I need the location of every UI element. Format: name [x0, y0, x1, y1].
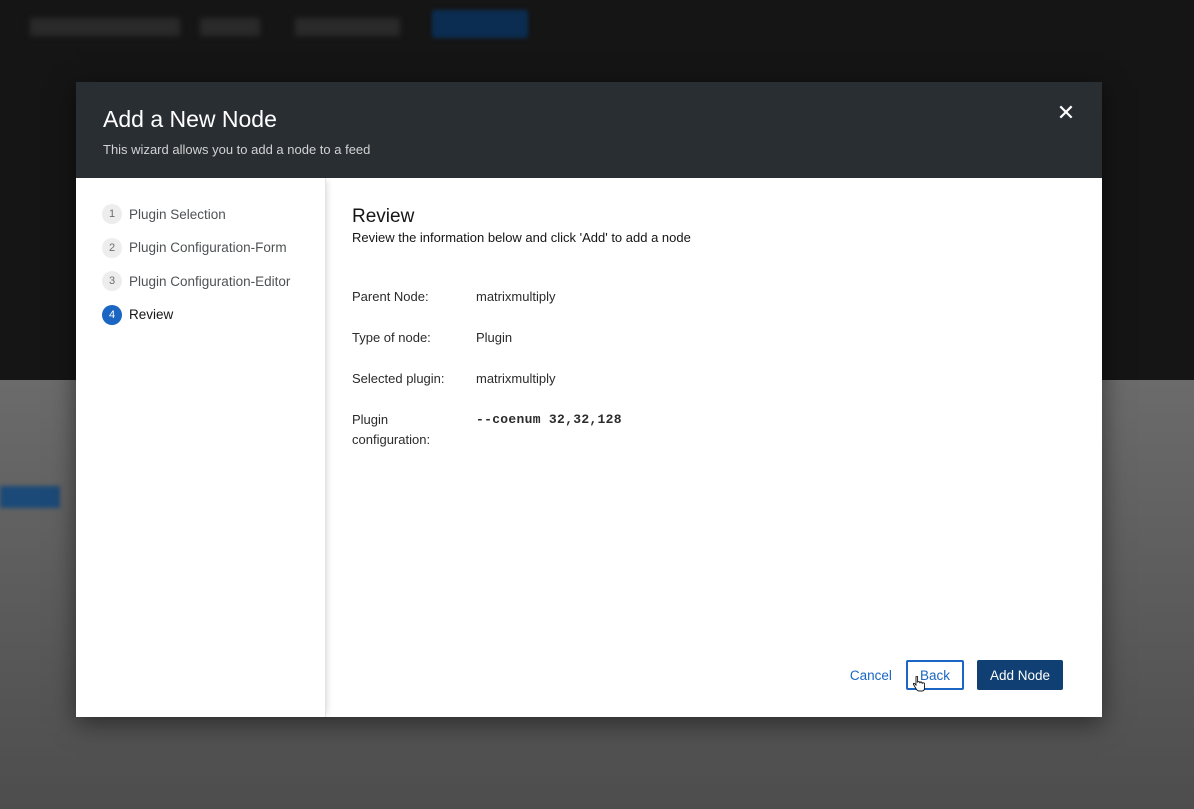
add-node-modal: Add a New Node This wizard allows you to…	[76, 82, 1102, 717]
cancel-button[interactable]: Cancel	[842, 668, 900, 683]
review-key: Type of node:	[352, 330, 431, 345]
back-button[interactable]: Back	[905, 660, 964, 692]
review-key: Selected plugin:	[352, 371, 445, 386]
step-number: 4	[102, 304, 122, 325]
review-value: matrixmultiply	[476, 371, 556, 386]
background-button	[432, 10, 528, 38]
review-row-parent-node: Parent Node: matrixmultiply	[352, 287, 1076, 307]
wizard-step-configuration-editor[interactable]: 3 Plugin Configuration-Editor	[102, 271, 325, 291]
wizard-step-configuration-form[interactable]: 2 Plugin Configuration-Form	[102, 237, 325, 258]
review-value: Plugin	[476, 330, 513, 345]
wizard-footer: Cancel Back Add Node	[842, 660, 1063, 692]
background-nav-item	[200, 18, 260, 36]
step-label: Plugin Configuration-Editor	[129, 273, 291, 289]
review-key: Plugin configuration:	[352, 412, 431, 447]
wizard-step-plugin-selection[interactable]: 1 Plugin Selection	[102, 204, 325, 224]
review-key: Parent Node:	[352, 289, 429, 304]
wizard-body: 1 Plugin Selection 2 Plugin Configuratio…	[76, 178, 1102, 717]
review-value-code: --coenum 32,32,128	[476, 412, 622, 427]
review-row-plugin-configuration: Plugin configuration: --coenum 32,32,128	[352, 410, 1076, 450]
modal-title: Add a New Node	[103, 106, 277, 132]
step-label: Review	[129, 307, 174, 322]
review-list: Parent Node: matrixmultiply Type of node…	[352, 287, 1076, 450]
modal-description: This wizard allows you to add a node to …	[103, 142, 371, 157]
background-nav-item	[295, 18, 400, 36]
step-number: 2	[102, 237, 122, 258]
wizard-nav: 1 Plugin Selection 2 Plugin Configuratio…	[76, 178, 326, 717]
review-panel: Review Review the information below and …	[326, 178, 1102, 717]
review-description: Review the information below and click '…	[352, 230, 691, 245]
step-number: 3	[102, 271, 122, 291]
review-row-node-type: Type of node: Plugin	[352, 328, 1076, 348]
wizard-step-review[interactable]: 4 Review	[102, 304, 325, 325]
modal-header: Add a New Node This wizard allows you to…	[76, 82, 1102, 178]
background-nav-item	[30, 18, 180, 36]
background-button	[0, 486, 60, 508]
review-row-selected-plugin: Selected plugin: matrixmultiply	[352, 369, 1076, 389]
step-label: Plugin Selection	[129, 206, 226, 222]
hand-pointer-icon	[912, 676, 925, 692]
step-number: 1	[102, 204, 122, 224]
review-value: matrixmultiply	[476, 289, 556, 304]
step-label: Plugin Configuration-Form	[129, 240, 287, 255]
close-icon[interactable]: ✕	[1056, 102, 1076, 124]
review-title: Review	[352, 206, 415, 227]
add-node-button[interactable]: Add Node	[976, 660, 1063, 690]
